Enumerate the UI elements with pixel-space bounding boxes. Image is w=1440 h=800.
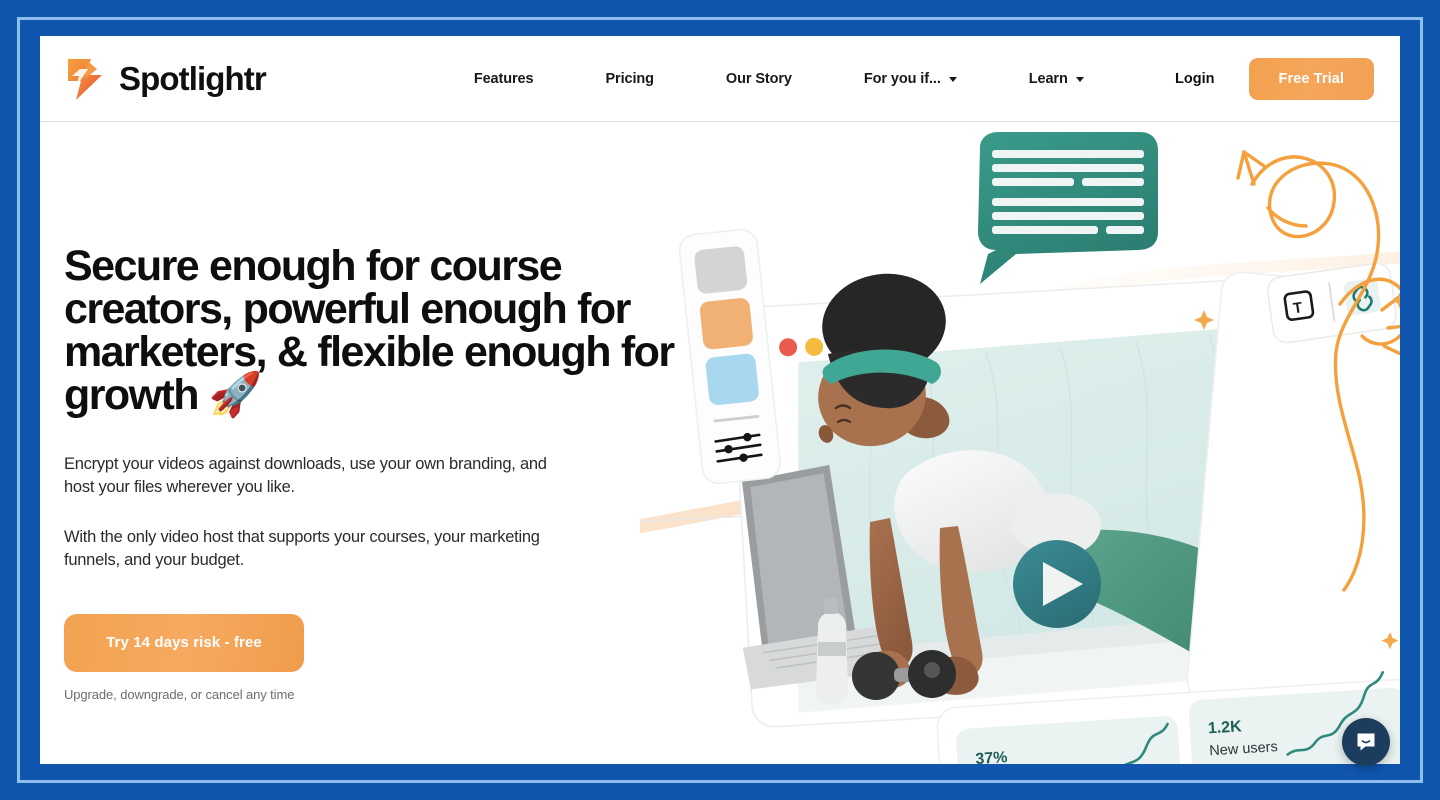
nav-item-learn[interactable]: Learn: [993, 71, 1120, 87]
site-header: Spotlightr Features Pricing Our Story Fo…: [40, 36, 1400, 122]
page-surface: Spotlightr Features Pricing Our Story Fo…: [40, 36, 1400, 764]
primary-nav: Features Pricing Our Story For you if...…: [438, 71, 1120, 87]
stat-value: 37%: [975, 749, 1008, 764]
chevron-down-icon: [948, 77, 957, 82]
hero-illustration: 37% Growth rate 1.2K New users T: [640, 122, 1400, 764]
nav-item-features[interactable]: Features: [438, 71, 570, 87]
stat-value: 1.2K: [1207, 718, 1242, 737]
free-trial-button[interactable]: Free Trial: [1248, 57, 1374, 100]
palette-panel: [678, 228, 781, 485]
page-title: Secure enough for course creators, power…: [64, 242, 675, 419]
cta-note: Upgrade, downgrade, or cancel any time: [64, 686, 295, 702]
try-free-trial-button[interactable]: Try 14 days risk - free: [64, 613, 304, 672]
nav-item-label: For you if...: [863, 70, 941, 87]
intercom-chat-icon[interactable]: [1342, 718, 1390, 766]
hero-paragraph-2: With the only video host that supports y…: [64, 527, 540, 570]
page-frame: Spotlightr Features Pricing Our Story Fo…: [0, 0, 1440, 800]
nav-item-for-you-if[interactable]: For you if...: [828, 71, 993, 87]
nav-item-our-story[interactable]: Our Story: [690, 71, 828, 87]
hero-section: 37% Growth rate 1.2K New users T Secure …: [40, 122, 1400, 764]
hero-paragraph-1: Encrypt your videos against downloads, u…: [64, 455, 547, 497]
nav-item-label: Features: [473, 70, 534, 87]
nav-item-label: Our Story: [725, 70, 792, 87]
lightning-bolt-logo-icon: [64, 56, 106, 102]
speech-bubble: [978, 132, 1158, 284]
header-actions: Login Free Trial: [1175, 57, 1374, 100]
chevron-down-icon: [1075, 77, 1084, 82]
brand-name: Spotlightr: [119, 59, 267, 97]
brand-logo[interactable]: Spotlightr: [64, 56, 267, 102]
hero-copy: Secure enough for course creators, power…: [64, 245, 684, 702]
play-button: [1013, 540, 1101, 628]
login-link[interactable]: Login: [1175, 71, 1214, 87]
nav-item-label: Pricing: [605, 70, 654, 87]
nav-item-label: Learn: [1028, 70, 1068, 87]
nav-item-pricing[interactable]: Pricing: [569, 71, 689, 87]
